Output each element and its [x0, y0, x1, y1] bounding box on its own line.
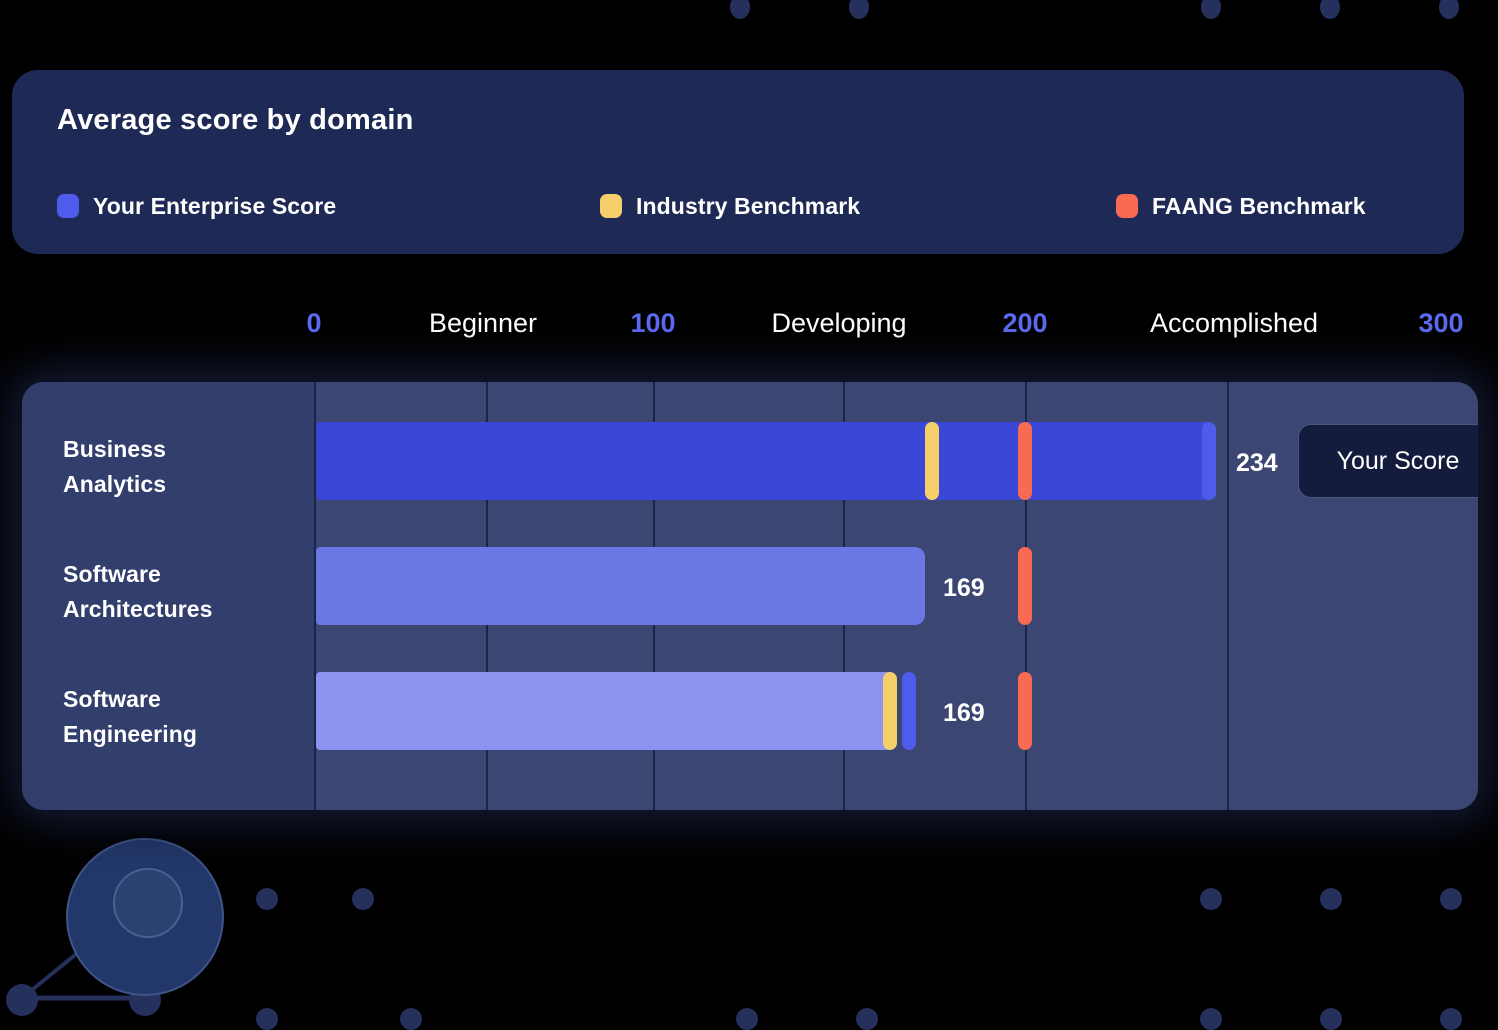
axis-band-accomplished: Accomplished	[1149, 308, 1319, 338]
axis-tick-200: 200	[1002, 308, 1048, 338]
industry-marker-business-analytics	[925, 422, 939, 500]
row-label-line1: Software	[63, 686, 161, 712]
axis-tick-300: 300	[1418, 308, 1464, 338]
industry-marker-software-engineering	[883, 672, 897, 750]
deco-dot	[730, 0, 750, 19]
page-title: Average score by domain	[57, 104, 414, 136]
deco-dot	[1320, 1008, 1342, 1030]
axis-band-beginner: Beginner	[428, 308, 538, 338]
your-score-tooltip[interactable]: Your Score	[1298, 424, 1478, 498]
deco-dot	[1200, 888, 1222, 910]
deco-dot	[1439, 0, 1459, 19]
deco-dot	[1201, 0, 1221, 19]
row-label-software-architectures: Software Architectures	[63, 557, 213, 627]
axis-tick-100: 100	[630, 308, 676, 338]
deco-dot	[849, 0, 869, 19]
deco-dot	[1440, 1008, 1462, 1030]
gridline-250	[1227, 382, 1229, 810]
deco-dot	[856, 1008, 878, 1030]
axis-band-developing: Developing	[771, 308, 907, 338]
legend-swatch-icon	[57, 194, 79, 218]
row-label-line2: Architectures	[63, 596, 213, 622]
x-axis: 0 Beginner 100 Developing 200 Accomplish…	[0, 308, 1498, 356]
deco-dot	[1320, 888, 1342, 910]
legend-item-industry-benchmark[interactable]: Industry Benchmark	[600, 188, 860, 224]
deco-dot	[736, 1008, 758, 1030]
deco-circle-inner	[113, 868, 183, 938]
bar-value-business-analytics: 234	[1236, 449, 1278, 477]
row-label-business-analytics: Business Analytics	[63, 432, 166, 502]
deco-dot	[1320, 0, 1340, 19]
your-score-marker-business-analytics	[1202, 422, 1216, 500]
row-label-line1: Software	[63, 561, 161, 587]
bar-software-engineering[interactable]	[316, 672, 896, 750]
row-label-line2: Engineering	[63, 721, 198, 747]
bar-business-analytics[interactable]	[316, 422, 1216, 500]
legend-item-label: Industry Benchmark	[636, 192, 861, 219]
row-label-line2: Analytics	[63, 471, 167, 497]
legend-item-your-enterprise-score[interactable]: Your Enterprise Score	[57, 188, 336, 224]
legend: Your Enterprise Score Industry Benchmark…	[57, 188, 1457, 224]
faang-marker-business-analytics	[1018, 422, 1032, 500]
row-label-software-engineering: Software Engineering	[63, 682, 197, 752]
legend-item-label: FAANG Benchmark	[1152, 192, 1366, 219]
bar-value-software-engineering: 169	[943, 699, 985, 727]
deco-dot	[400, 1008, 422, 1030]
bar-value-software-architectures: 169	[943, 574, 985, 602]
bar-software-architectures[interactable]	[316, 547, 925, 625]
legend-item-faang-benchmark[interactable]: FAANG Benchmark	[1116, 188, 1366, 224]
legend-item-label: Your Enterprise Score	[93, 192, 337, 219]
chart-plot-area: Business Analytics 234 Your Score Softwa…	[22, 382, 1478, 810]
faang-marker-software-engineering	[1018, 672, 1032, 750]
chart-screenshot: Average score by domain Your Enterprise …	[0, 0, 1498, 1030]
axis-tick-0: 0	[306, 308, 322, 338]
deco-dot	[352, 888, 374, 910]
faang-marker-software-architectures	[1018, 547, 1032, 625]
deco-dot	[1200, 1008, 1222, 1030]
legend-swatch-icon	[1116, 194, 1138, 218]
deco-dot	[1440, 888, 1462, 910]
legend-swatch-icon	[600, 194, 622, 218]
row-label-line1: Business	[63, 436, 167, 462]
your-score-marker-software-engineering	[902, 672, 916, 750]
